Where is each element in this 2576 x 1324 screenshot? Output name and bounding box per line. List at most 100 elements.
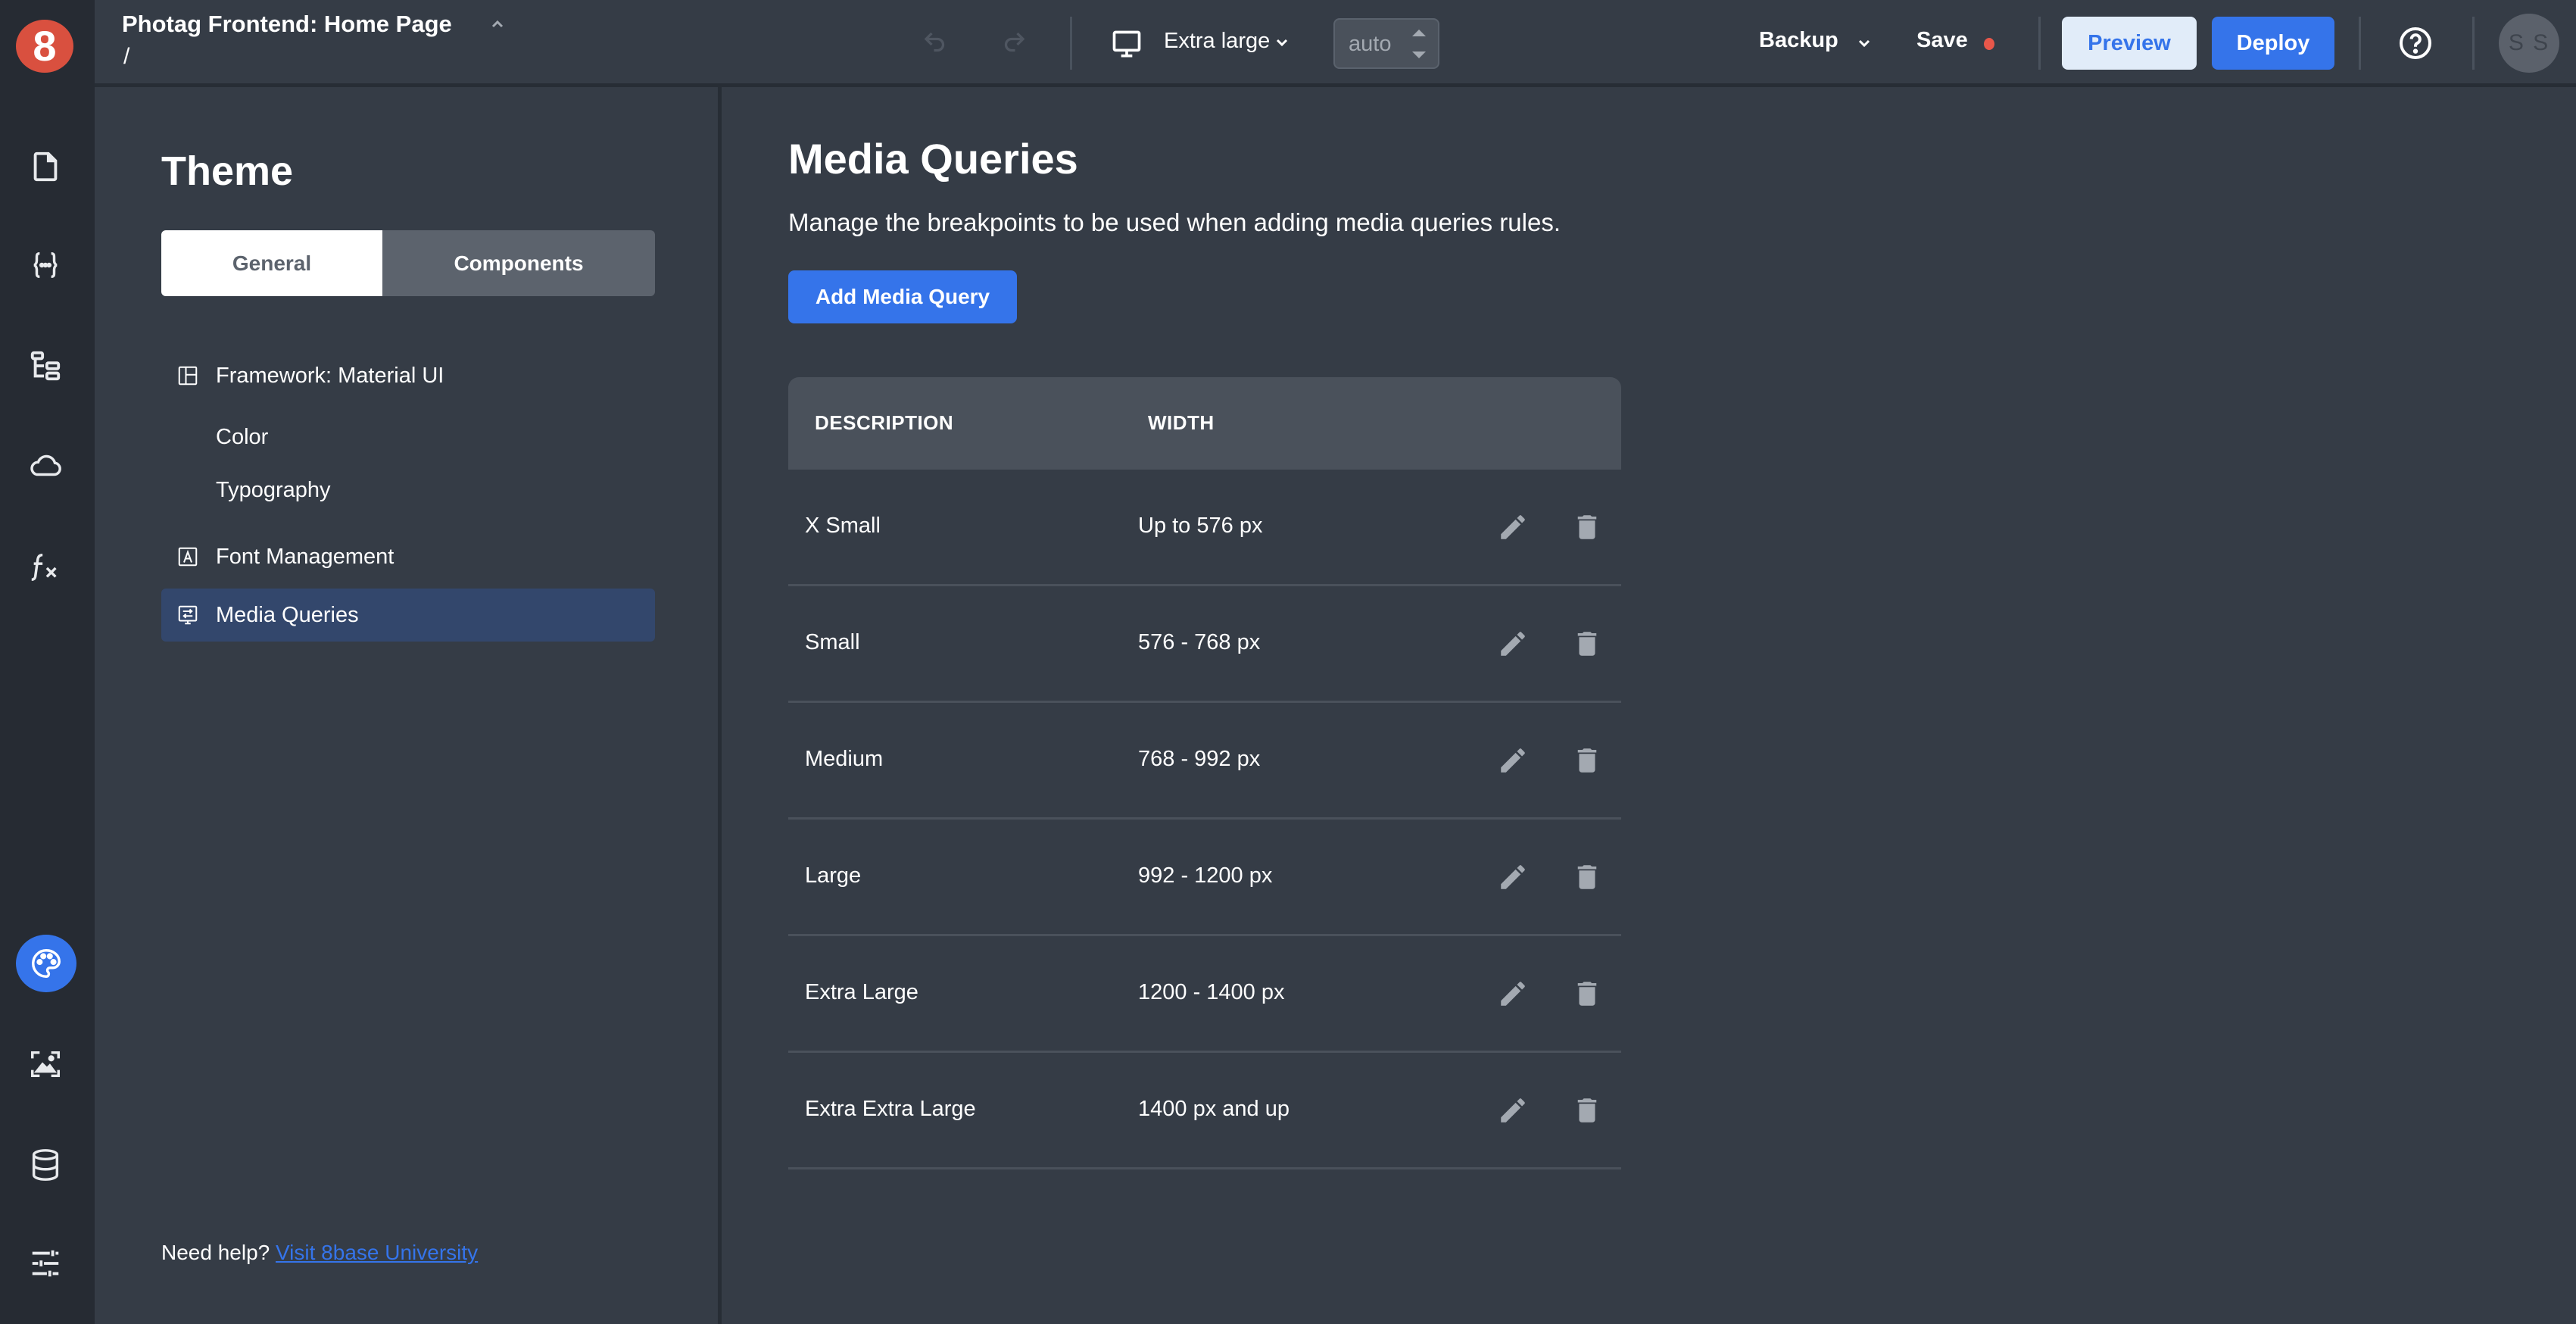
zoom-input[interactable] (1349, 29, 1409, 59)
trash-icon (1577, 1098, 1597, 1123)
redo-button[interactable] (999, 27, 1029, 58)
save-button[interactable]: Save (1916, 28, 1968, 53)
theme-tabs: General Components (161, 230, 655, 296)
table-row: Small 576 - 768 px (788, 586, 1621, 703)
trash-icon (1577, 982, 1597, 1006)
trash-icon (1577, 748, 1597, 773)
table-row: Extra Extra Large 1400 px and up (788, 1053, 1621, 1169)
delete-button[interactable] (1570, 860, 1605, 895)
panel-title: Theme (161, 148, 294, 194)
help-icon (2400, 27, 2431, 59)
help-footer: Need help? Visit 8base University (161, 1241, 478, 1265)
row-width: 992 - 1200 px (1138, 863, 1273, 888)
nav-item-framework[interactable]: Framework: Material UI (161, 349, 655, 402)
rail-item-functions[interactable] (23, 544, 68, 589)
unsaved-indicator (1984, 38, 1994, 50)
row-description: Small (805, 630, 860, 654)
device-select[interactable]: Extra large (1164, 29, 1270, 54)
backup-chevron-down-icon[interactable] (1855, 34, 1873, 52)
database-icon (32, 1149, 59, 1181)
chevron-up-icon[interactable] (488, 15, 507, 33)
rail-item-structure[interactable] (23, 343, 68, 389)
deploy-button[interactable]: Deploy (2212, 17, 2334, 70)
stepper-down-icon[interactable] (1412, 52, 1426, 58)
toolbar-divider (1070, 17, 1072, 70)
toolbar-divider (2038, 17, 2041, 70)
row-width: Up to 576 px (1138, 514, 1263, 538)
preview-button[interactable]: Preview (2062, 17, 2197, 70)
device-icon[interactable] (1109, 27, 1144, 62)
monitor-icon (1112, 30, 1141, 58)
theme-panel: Theme General Components Framework: Mate… (95, 87, 722, 1324)
media-queries-icon (178, 605, 198, 625)
nav-item-typography[interactable]: Typography (161, 464, 655, 517)
palette-icon (32, 949, 61, 978)
column-header-width[interactable]: WIDTH (1148, 411, 1215, 435)
trash-icon (1577, 632, 1597, 656)
nav-item-label: Color (216, 425, 269, 449)
tab-general[interactable]: General (161, 230, 382, 296)
help-text: Need help? (161, 1241, 270, 1264)
edit-button[interactable] (1495, 510, 1530, 545)
page-description: Manage the breakpoints to be used when a… (788, 208, 1561, 236)
row-description: Extra Extra Large (805, 1097, 976, 1121)
nav-item-label: Typography (216, 478, 331, 502)
edit-button[interactable] (1495, 976, 1530, 1011)
toolbar-divider (2472, 17, 2475, 70)
row-width: 1400 px and up (1138, 1097, 1290, 1121)
rail-item-pages[interactable] (23, 144, 68, 189)
rail-item-theme[interactable] (16, 935, 76, 992)
main-content: Media Queries Manage the breakpoints to … (725, 87, 2576, 1324)
edit-button[interactable] (1495, 1093, 1530, 1128)
row-width: 576 - 768 px (1138, 630, 1261, 654)
user-avatar[interactable]: S S (2499, 14, 2559, 73)
rail-item-settings[interactable] (23, 1241, 68, 1286)
help-button[interactable] (2397, 24, 2434, 62)
add-media-query-button[interactable]: Add Media Query (788, 270, 1017, 323)
toolbar-divider (2359, 17, 2361, 70)
pencil-icon (1501, 748, 1525, 773)
rail-item-state[interactable] (23, 242, 68, 288)
top-bar: Photag Frontend: Home Page / Extra large… (95, 0, 2576, 87)
pencil-icon (1501, 632, 1525, 656)
table-row: Large 992 - 1200 px (788, 820, 1621, 936)
delete-button[interactable] (1570, 626, 1605, 661)
edit-button[interactable] (1495, 743, 1530, 778)
nav-item-label: Framework: Material UI (216, 364, 444, 388)
backup-button[interactable]: Backup (1759, 28, 1838, 53)
rail-item-cloud[interactable] (23, 443, 68, 489)
pencil-icon (1501, 865, 1525, 889)
delete-button[interactable] (1570, 510, 1605, 545)
delete-button[interactable] (1570, 743, 1605, 778)
edit-button[interactable] (1495, 626, 1530, 661)
delete-button[interactable] (1570, 976, 1605, 1011)
pencil-icon (1501, 1098, 1525, 1123)
edit-button[interactable] (1495, 860, 1530, 895)
university-link[interactable]: Visit 8base University (276, 1241, 478, 1264)
row-width: 1200 - 1400 px (1138, 980, 1285, 1004)
zoom-stepper[interactable] (1333, 18, 1439, 69)
font-icon (178, 547, 198, 567)
delete-button[interactable] (1570, 1093, 1605, 1128)
column-header-description[interactable]: DESCRIPTION (815, 411, 953, 435)
rail-item-assets[interactable] (23, 1041, 68, 1087)
row-description: X Small (805, 514, 881, 538)
image-icon (31, 1051, 60, 1078)
function-icon (31, 553, 57, 581)
app-logo[interactable]: 8 (16, 20, 73, 73)
file-icon (33, 151, 58, 182)
undo-button[interactable] (920, 27, 950, 58)
row-description: Medium (805, 747, 884, 771)
sliders-icon (32, 1250, 59, 1277)
nav-item-media-queries[interactable]: Media Queries (161, 589, 655, 642)
chevron-down-icon[interactable] (1273, 33, 1291, 52)
tab-components[interactable]: Components (382, 230, 655, 296)
page-title: Media Queries (788, 135, 1078, 183)
nav-item-font-management[interactable]: Font Management (161, 530, 655, 583)
pencil-icon (1501, 515, 1525, 539)
rail-item-data[interactable] (23, 1142, 68, 1188)
trash-icon (1577, 515, 1597, 539)
project-title[interactable]: Photag Frontend: Home Page (122, 11, 452, 38)
nav-item-color[interactable]: Color (161, 411, 655, 464)
stepper-up-icon[interactable] (1412, 30, 1426, 36)
